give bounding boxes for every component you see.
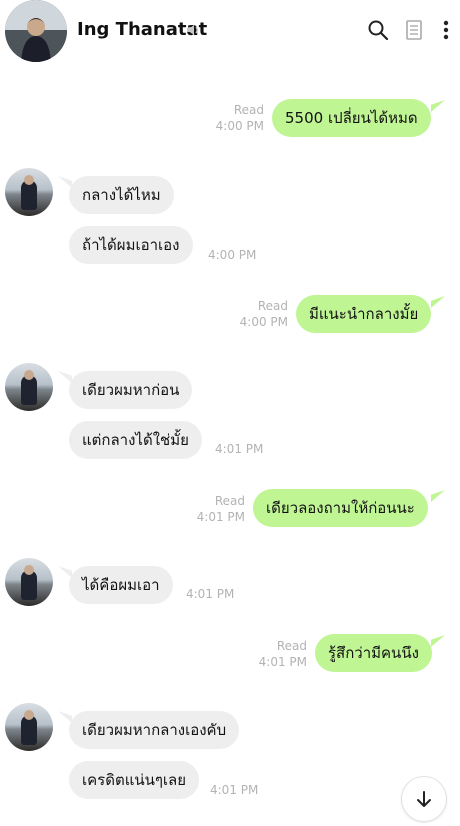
message-text: เดียวลองถามให้ก่อนนะ xyxy=(266,499,415,517)
message-time: 4:00 PM xyxy=(208,248,257,262)
incoming-message[interactable]: กลางได้ไหม xyxy=(69,176,174,214)
message-time: 4:01 PM xyxy=(210,783,259,797)
incoming-message[interactable]: เครดิตแน่นๆเลย xyxy=(69,761,200,799)
outgoing-message[interactable]: 5500 เปลี่ยนได้หมด xyxy=(272,99,431,137)
message-time: 4:01 PM xyxy=(186,587,235,601)
contact-avatar-small[interactable] xyxy=(5,363,53,411)
contact-avatar[interactable] xyxy=(5,0,67,62)
incoming-message[interactable]: ได้คือผมเอา xyxy=(69,566,173,604)
outgoing-message[interactable]: รู้สึกว่ามีคนนึง xyxy=(315,634,432,672)
message-meta: Read 4:01 PM xyxy=(196,494,245,524)
message-text: กลางได้ไหม xyxy=(82,186,161,204)
message-text: เครดิตแน่นๆเลย xyxy=(82,771,187,789)
contact-avatar-small[interactable] xyxy=(5,703,53,751)
outgoing-message[interactable]: มีแนะนำกลางมั้ย xyxy=(296,295,432,333)
speaker-icon xyxy=(187,25,198,35)
message-meta: Read 4:01 PM xyxy=(258,639,307,669)
scroll-to-bottom-button[interactable] xyxy=(402,777,446,821)
incoming-message[interactable]: เดียวผมหากลางเองคับ xyxy=(69,711,240,749)
more-options-icon[interactable] xyxy=(434,18,458,42)
notes-icon[interactable] xyxy=(402,18,426,42)
arrow-down-icon xyxy=(417,791,431,807)
search-icon[interactable] xyxy=(366,18,390,42)
contact-avatar-small[interactable] xyxy=(5,168,53,216)
bubble-tail xyxy=(431,100,445,112)
message-text: มีแนะนำกลางมั้ย xyxy=(309,305,419,323)
outgoing-message[interactable]: เดียวลองถามให้ก่อนนะ xyxy=(253,489,428,527)
message-text: รู้สึกว่ามีคนนึง xyxy=(328,644,419,662)
contact-avatar-small[interactable] xyxy=(5,558,53,606)
incoming-message[interactable]: เดียวผมหาก่อน xyxy=(69,371,193,409)
incoming-message[interactable]: ถ้าได้ผมเอาเอง xyxy=(69,226,193,264)
bubble-tail xyxy=(431,635,445,647)
incoming-message[interactable]: แต่กลางได้ใช่มั้ย xyxy=(69,421,202,459)
message-meta: Read 4:00 PM xyxy=(239,299,288,329)
message-meta: Read 4:00 PM xyxy=(215,103,264,133)
chat-header: Ing Thanatat xyxy=(0,0,460,62)
message-text: แต่กลางได้ใช่มั้ย xyxy=(82,431,189,449)
bubble-tail xyxy=(431,296,445,308)
message-time: 4:01 PM xyxy=(215,442,264,456)
message-text: เดียวผมหากลางเองคับ xyxy=(82,721,227,739)
message-text: 5500 เปลี่ยนได้หมด xyxy=(285,109,418,127)
message-text: ได้คือผมเอา xyxy=(82,576,160,594)
bubble-tail xyxy=(431,490,445,502)
message-text: ถ้าได้ผมเอาเอง xyxy=(82,236,180,254)
message-text: เดียวผมหาก่อน xyxy=(82,381,180,399)
